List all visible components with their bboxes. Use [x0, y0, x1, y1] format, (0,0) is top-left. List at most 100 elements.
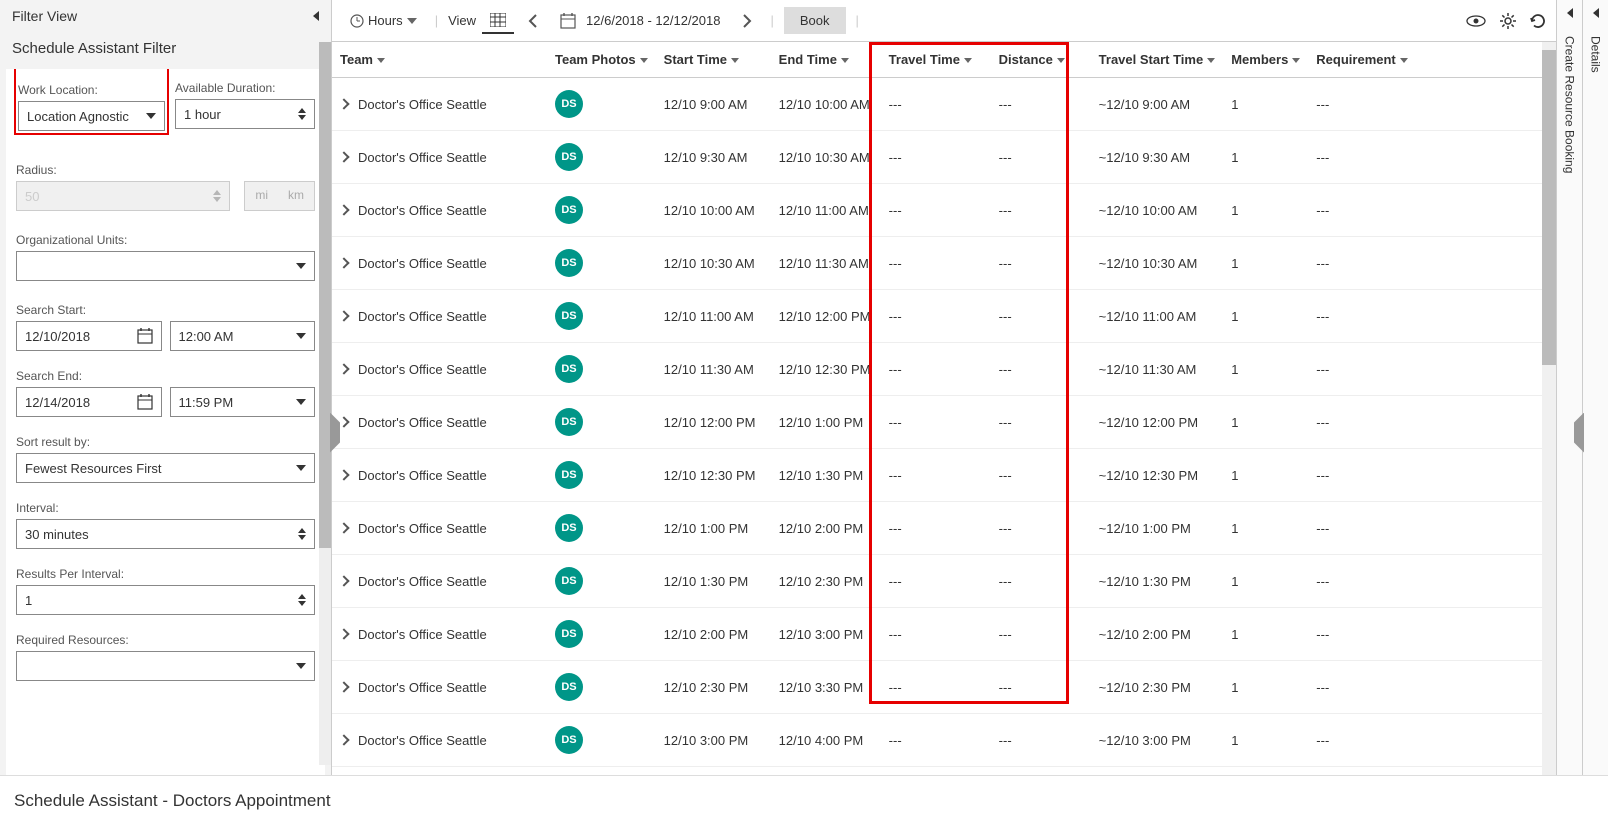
- avail-duration-input[interactable]: 1 hour: [175, 99, 315, 129]
- avatar: DS: [555, 620, 583, 648]
- spinner-icon[interactable]: [298, 594, 306, 606]
- expand-icon[interactable]: [338, 681, 349, 692]
- search-start-time[interactable]: 12:00 AM: [170, 321, 316, 351]
- table-row[interactable]: Doctor's Office SeattleDS12/10 12:00 PM1…: [332, 396, 1556, 449]
- col-distance[interactable]: Distance: [991, 42, 1091, 78]
- col-requirement[interactable]: Requirement: [1308, 42, 1556, 78]
- refresh-icon[interactable]: [1530, 13, 1546, 29]
- spinner-icon[interactable]: [298, 528, 306, 540]
- start-time: 12/10 9:00 AM: [656, 78, 771, 131]
- gear-icon[interactable]: [1500, 13, 1516, 29]
- end-time: 12/10 1:00 PM: [771, 396, 881, 449]
- search-end-date[interactable]: 12/14/2018: [16, 387, 162, 417]
- distance: ---: [991, 237, 1091, 290]
- prev-button[interactable]: [520, 9, 546, 33]
- requirement: ---: [1308, 555, 1556, 608]
- expand-icon[interactable]: [338, 204, 349, 215]
- spinner-icon: [213, 190, 221, 202]
- table-row[interactable]: Doctor's Office SeattleDS12/10 3:00 PM12…: [332, 714, 1556, 767]
- chevron-left-icon: [1567, 8, 1573, 18]
- col-members[interactable]: Members: [1223, 42, 1308, 78]
- avatar: DS: [555, 726, 583, 754]
- grid-scrollbar[interactable]: [1542, 42, 1556, 791]
- end-time: 12/10 12:30 PM: [771, 343, 881, 396]
- travel-time: ---: [881, 449, 991, 502]
- grid-view-button[interactable]: [482, 8, 514, 34]
- team-name: Doctor's Office Seattle: [358, 415, 487, 430]
- col-travel-start[interactable]: Travel Start Time: [1091, 42, 1224, 78]
- table-row[interactable]: Doctor's Office SeattleDS12/10 10:30 AM1…: [332, 237, 1556, 290]
- expand-icon[interactable]: [338, 151, 349, 162]
- calendar-icon: [560, 13, 576, 29]
- table-row[interactable]: Doctor's Office SeattleDS12/10 2:00 PM12…: [332, 608, 1556, 661]
- next-button[interactable]: [734, 9, 760, 33]
- expand-icon[interactable]: [338, 363, 349, 374]
- search-end-time-value: 11:59 PM: [179, 395, 234, 410]
- work-location-select[interactable]: Location Agnostic: [18, 101, 165, 131]
- col-start[interactable]: Start Time: [656, 42, 771, 78]
- collapse-filter-icon[interactable]: [313, 11, 319, 21]
- col-team[interactable]: Team: [332, 42, 547, 78]
- col-travel[interactable]: Travel Time: [881, 42, 991, 78]
- table-row[interactable]: Doctor's Office SeattleDS12/10 1:00 PM12…: [332, 502, 1556, 555]
- filter-subtitle: Schedule Assistant Filter: [0, 32, 331, 69]
- search-end-time[interactable]: 11:59 PM: [170, 387, 316, 417]
- eye-icon[interactable]: [1466, 14, 1486, 28]
- table-row[interactable]: Doctor's Office SeattleDS12/10 11:00 AM1…: [332, 290, 1556, 343]
- table-row[interactable]: Doctor's Office SeattleDS12/10 9:30 AM12…: [332, 131, 1556, 184]
- required-select[interactable]: [16, 651, 315, 681]
- search-start-date-value: 12/10/2018: [25, 329, 90, 344]
- avatar: DS: [555, 673, 583, 701]
- start-time: 12/10 10:00 AM: [656, 184, 771, 237]
- results-label: Results Per Interval:: [16, 567, 315, 581]
- travel-time: ---: [881, 714, 991, 767]
- org-units-select[interactable]: [16, 251, 315, 281]
- expand-icon[interactable]: [338, 257, 349, 268]
- expand-icon[interactable]: [338, 575, 349, 586]
- expand-icon[interactable]: [338, 469, 349, 480]
- search-start-date[interactable]: 12/10/2018: [16, 321, 162, 351]
- members: 1: [1223, 343, 1308, 396]
- expand-icon[interactable]: [338, 98, 349, 109]
- start-time: 12/10 11:00 AM: [656, 290, 771, 343]
- expand-icon[interactable]: [338, 628, 349, 639]
- expand-icon[interactable]: [338, 522, 349, 533]
- date-range-picker[interactable]: 12/6/2018 - 12/12/2018: [552, 8, 728, 34]
- work-location-value: Location Agnostic: [27, 109, 129, 124]
- distance: ---: [991, 449, 1091, 502]
- start-time: 12/10 2:30 PM: [656, 661, 771, 714]
- expand-icon[interactable]: [338, 734, 349, 745]
- results-input[interactable]: 1: [16, 585, 315, 615]
- create-booking-rail[interactable]: Create Resource Booking: [1556, 0, 1582, 825]
- team-name: Doctor's Office Seattle: [358, 627, 487, 642]
- requirement: ---: [1308, 290, 1556, 343]
- book-button[interactable]: Book: [784, 7, 846, 34]
- avatar: DS: [555, 143, 583, 171]
- travel-time: ---: [881, 555, 991, 608]
- hours-dropdown[interactable]: Hours: [342, 8, 425, 33]
- sort-select[interactable]: Fewest Resources First: [16, 453, 315, 483]
- col-end[interactable]: End Time: [771, 42, 881, 78]
- table-row[interactable]: Doctor's Office SeattleDS12/10 10:00 AM1…: [332, 184, 1556, 237]
- expand-icon[interactable]: [338, 416, 349, 427]
- travel-start: ~12/10 12:00 PM: [1091, 396, 1224, 449]
- travel-time: ---: [881, 608, 991, 661]
- calendar-icon: [137, 394, 153, 410]
- work-location-label: Work Location:: [18, 83, 165, 97]
- spinner-icon[interactable]: [298, 108, 306, 120]
- col-team-photos[interactable]: Team Photos: [547, 42, 656, 78]
- table-row[interactable]: Doctor's Office SeattleDS12/10 9:00 AM12…: [332, 78, 1556, 131]
- table-row[interactable]: Doctor's Office SeattleDS12/10 11:30 AM1…: [332, 343, 1556, 396]
- distance: ---: [991, 131, 1091, 184]
- expand-icon[interactable]: [338, 310, 349, 321]
- team-name: Doctor's Office Seattle: [358, 362, 487, 377]
- table-row[interactable]: Doctor's Office SeattleDS12/10 1:30 PM12…: [332, 555, 1556, 608]
- end-time: 12/10 11:00 AM: [771, 184, 881, 237]
- unit-km: km: [278, 182, 314, 210]
- filter-scrollbar[interactable]: [319, 42, 331, 765]
- details-rail[interactable]: Details: [1582, 0, 1608, 825]
- interval-input[interactable]: 30 minutes: [16, 519, 315, 549]
- table-row[interactable]: Doctor's Office SeattleDS12/10 2:30 PM12…: [332, 661, 1556, 714]
- table-row[interactable]: Doctor's Office SeattleDS12/10 12:30 PM1…: [332, 449, 1556, 502]
- filter-panel: Filter View Schedule Assistant Filter Wo…: [0, 0, 332, 825]
